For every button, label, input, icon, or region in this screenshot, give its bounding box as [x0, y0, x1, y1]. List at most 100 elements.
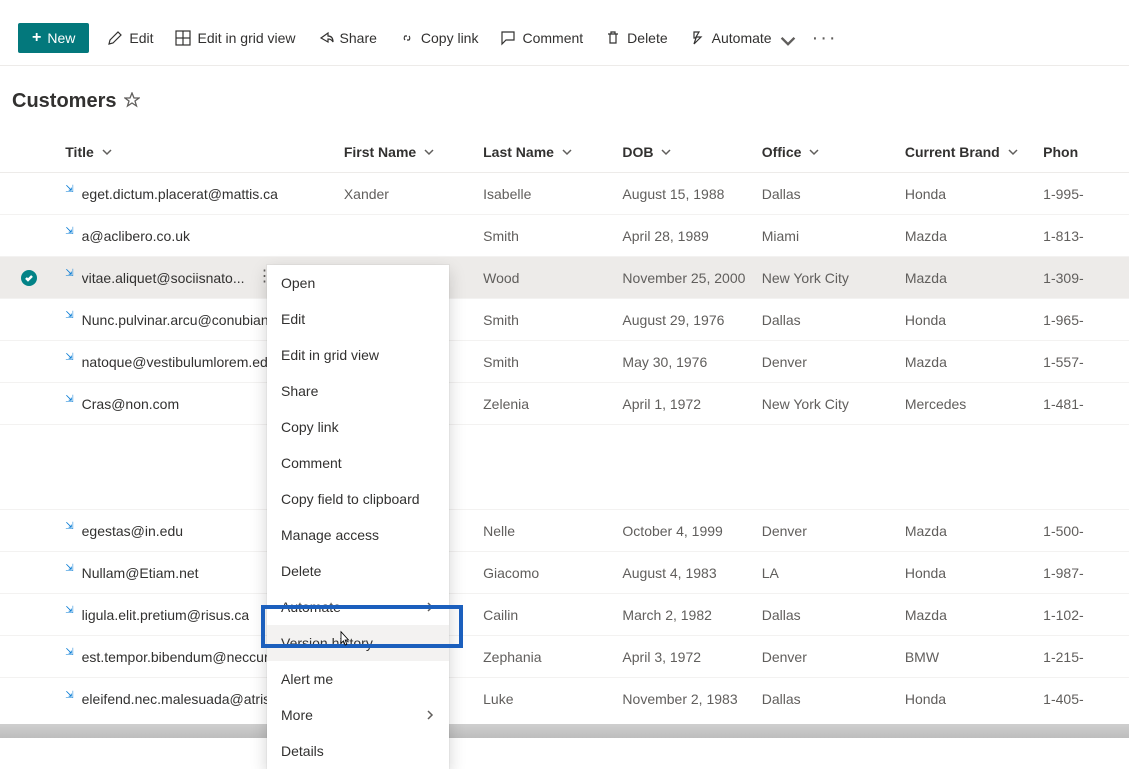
table-header-row: Title First Name Last Name DOB Office Cu… [0, 131, 1129, 173]
ctx-open[interactable]: Open [267, 265, 449, 301]
link-icon: ⇲ [65, 310, 73, 321]
last-name-cell: Isabelle [483, 186, 622, 202]
title-cell[interactable]: a@aclibero.co.uk [82, 228, 190, 244]
link-icon: ⇲ [65, 647, 73, 658]
link-icon: ⇲ [65, 268, 73, 279]
column-header-office[interactable]: Office [762, 144, 905, 160]
delete-button[interactable]: Delete [601, 26, 671, 50]
more-commands-button[interactable]: ··· [808, 28, 842, 48]
table-row[interactable]: ⇲ligula.elit.pretium@risus.ca Cailin Mar… [0, 594, 1129, 636]
title-cell[interactable]: natoque@vestibulumlorem.edu [82, 354, 276, 370]
ctx-comment[interactable]: Comment [267, 445, 449, 481]
column-header-title[interactable]: Title [57, 144, 344, 160]
column-header-first-name[interactable]: First Name [344, 144, 483, 160]
ctx-more[interactable]: More [267, 697, 449, 733]
star-icon[interactable] [124, 92, 140, 111]
link-icon: ⇲ [65, 521, 73, 532]
link-icon: ⇲ [65, 352, 73, 363]
link-icon: ⇲ [65, 563, 73, 574]
edit-button[interactable]: Edit [103, 26, 157, 50]
check-icon [21, 270, 37, 286]
trash-icon [605, 30, 621, 46]
ctx-alert-me[interactable]: Alert me [267, 661, 449, 697]
title-cell[interactable]: eget.dictum.placerat@mattis.ca [82, 186, 278, 202]
office-cell: Dallas [762, 186, 905, 202]
chevron-down-icon [780, 33, 790, 43]
pencil-icon [107, 30, 123, 46]
column-header-brand[interactable]: Current Brand [905, 144, 1043, 160]
column-header-phone[interactable]: Phon [1043, 144, 1129, 160]
automate-label: Automate [712, 30, 772, 46]
title-cell[interactable]: eleifend.nec.malesuada@atrisus.c [82, 691, 296, 707]
share-button[interactable]: Share [314, 26, 381, 50]
table-row[interactable]: ⇲Cras@non.com Zelenia April 1, 1972 New … [0, 383, 1129, 425]
copy-link-button[interactable]: Copy link [395, 26, 483, 50]
title-cell[interactable]: Nunc.pulvinar.arcu@conubianostr [82, 312, 292, 328]
chevron-down-icon [661, 144, 671, 160]
chevron-down-icon [102, 144, 112, 160]
comment-label: Comment [522, 30, 583, 46]
chevron-down-icon [809, 144, 819, 160]
link-icon: ⇲ [65, 690, 73, 701]
table-row[interactable]: ⇲est.tempor.bibendum@neccursus Zephania … [0, 636, 1129, 678]
grid-icon [175, 30, 191, 46]
link-icon: ⇲ [65, 394, 73, 405]
share-label: Share [340, 30, 377, 46]
title-cell[interactable]: est.tempor.bibendum@neccursus [82, 649, 291, 665]
chevron-down-icon [562, 144, 572, 160]
ctx-share[interactable]: Share [267, 373, 449, 409]
table-row-empty [0, 425, 1129, 467]
link-icon: ⇲ [65, 226, 73, 237]
ctx-delete[interactable]: Delete [267, 553, 449, 589]
ctx-edit[interactable]: Edit [267, 301, 449, 337]
ctx-edit-grid[interactable]: Edit in grid view [267, 337, 449, 373]
chevron-right-icon [425, 707, 435, 723]
scrollbar-horizontal[interactable] [0, 724, 1129, 738]
list-table: Title First Name Last Name DOB Office Cu… [0, 131, 1129, 720]
comment-icon [500, 30, 516, 46]
ctx-automate[interactable]: Automate [267, 589, 449, 625]
ctx-copy-link[interactable]: Copy link [267, 409, 449, 445]
table-row[interactable]: ⇲natoque@vestibulumlorem.edu Smith May 3… [0, 341, 1129, 383]
title-cell[interactable]: vitae.aliquet@sociisnato... [82, 270, 245, 286]
ctx-manage-access[interactable]: Manage access [267, 517, 449, 553]
title-cell[interactable]: ligula.elit.pretium@risus.ca [82, 607, 250, 623]
flow-icon [690, 30, 706, 46]
ctx-version-history[interactable]: Version history [267, 625, 449, 661]
link-icon: ⇲ [65, 184, 73, 195]
copy-link-label: Copy link [421, 30, 479, 46]
column-header-last-name[interactable]: Last Name [483, 144, 622, 160]
column-header-dob[interactable]: DOB [622, 144, 761, 160]
share-icon [318, 30, 334, 46]
title-cell[interactable]: egestas@in.edu [82, 523, 183, 539]
edit-grid-button[interactable]: Edit in grid view [171, 26, 299, 50]
table-row[interactable]: ⇲eleifend.nec.malesuada@atrisus.c Luke N… [0, 678, 1129, 720]
title-cell[interactable]: Cras@non.com [82, 396, 179, 412]
plus-icon: + [32, 30, 41, 46]
table-row[interactable]: ⇲Nunc.pulvinar.arcu@conubianostr Smith A… [0, 299, 1129, 341]
brand-cell: Honda [905, 186, 1043, 202]
chevron-right-icon [425, 599, 435, 615]
table-row[interactable]: ⇲a@aclibero.co.uk Smith April 28, 1989 M… [0, 215, 1129, 257]
list-header: Customers [0, 66, 1129, 131]
phone-cell: 1-995- [1043, 186, 1129, 202]
title-cell[interactable]: Nullam@Etiam.net [82, 565, 199, 581]
table-row[interactable]: ⇲Nullam@Etiam.net Giacomo August 4, 1983… [0, 552, 1129, 594]
new-button[interactable]: + New [18, 23, 89, 53]
delete-label: Delete [627, 30, 667, 46]
chevron-down-icon [424, 144, 434, 160]
table-row-selected[interactable]: ⇲ vitae.aliquet@sociisnato... ⋮ Wood Nov… [0, 257, 1129, 299]
edit-grid-label: Edit in grid view [197, 30, 295, 46]
automate-button[interactable]: Automate [686, 26, 794, 50]
table-row[interactable]: ⇲egestas@in.edu Nelle October 4, 1999 De… [0, 510, 1129, 552]
table-row-empty [0, 467, 1129, 510]
ctx-copy-field[interactable]: Copy field to clipboard [267, 481, 449, 517]
list-title: Customers [12, 90, 116, 113]
chevron-down-icon [1008, 144, 1018, 160]
comment-button[interactable]: Comment [496, 26, 587, 50]
command-bar: + New Edit Edit in grid view Share Copy … [0, 10, 1129, 66]
table-row[interactable]: ⇲ eget.dictum.placerat@mattis.ca Xander I… [0, 173, 1129, 215]
context-menu: Open Edit Edit in grid view Share Copy l… [267, 265, 449, 769]
first-name-cell: Xander [344, 186, 483, 202]
ctx-details[interactable]: Details [267, 733, 449, 769]
